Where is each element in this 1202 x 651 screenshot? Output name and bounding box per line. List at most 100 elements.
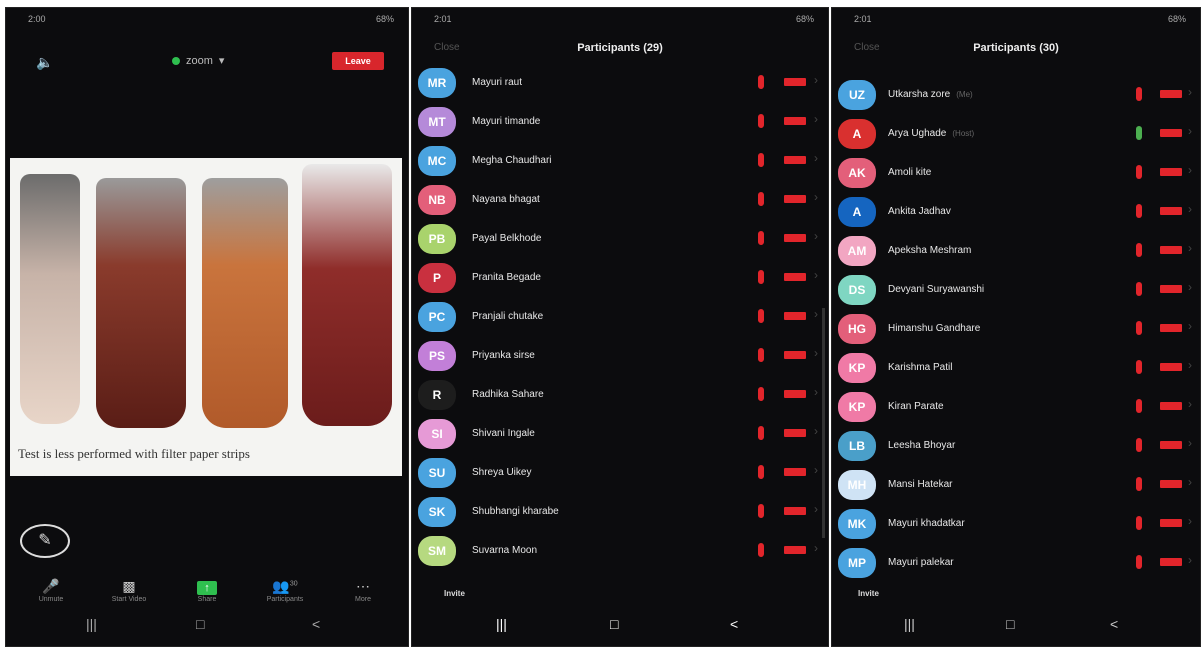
participant-row[interactable]: MH Mansi Hatekar › (832, 465, 1200, 504)
video-off-icon (784, 390, 806, 398)
video-off-icon (784, 507, 806, 515)
participant-row[interactable]: R Radhika Sahare › (412, 375, 828, 414)
participant-name-text: Pranita Begade (472, 272, 541, 283)
participant-name: Mayuri raut (472, 77, 522, 88)
participant-row[interactable]: MK Mayuri khadatkar › (832, 504, 1200, 543)
participant-row[interactable]: AM Apeksha Meshram › (832, 231, 1200, 270)
recents-icon[interactable]: ||| (904, 616, 915, 632)
chevron-right-icon: › (814, 346, 818, 360)
participant-row[interactable]: SK Shubhangi kharabe › (412, 492, 828, 531)
chevron-right-icon: › (1188, 553, 1192, 567)
chevron-right-icon: › (1188, 202, 1192, 216)
home-icon[interactable]: □ (1006, 616, 1014, 632)
home-icon[interactable]: □ (610, 616, 618, 632)
back-icon[interactable]: < (730, 616, 738, 632)
avatar: MR (418, 68, 456, 98)
back-icon[interactable]: < (1110, 616, 1118, 632)
avatar: MC (418, 146, 456, 176)
participant-row[interactable]: A Arya Ughade (Host) › (832, 114, 1200, 153)
avatar: DS (838, 275, 876, 305)
participant-row[interactable]: NB Nayana bhagat › (412, 180, 828, 219)
participant-row[interactable]: KP Karishma Patil › (832, 348, 1200, 387)
participant-row[interactable]: P Pranita Begade › (412, 258, 828, 297)
chevron-right-icon: › (814, 424, 818, 438)
participant-row[interactable]: SI Shivani Ingale › (412, 414, 828, 453)
chevron-right-icon: › (814, 502, 818, 516)
participant-name: Mayuri khadatkar (888, 518, 965, 529)
meeting-toolbar: 🎤 Unmute ▩ Start Video ↑ Share 👥30 Parti… (6, 578, 408, 608)
mic-muted-icon (758, 114, 764, 128)
participant-row[interactable]: LB Leesha Bhoyar › (832, 426, 1200, 465)
video-icon: ▩ (122, 578, 136, 594)
chevron-right-icon: › (1188, 358, 1192, 372)
participant-row[interactable]: UZ Utkarsha zore (Me) › (832, 75, 1200, 114)
participant-row[interactable]: PS Priyanka sirse › (412, 336, 828, 375)
participant-row[interactable]: PC Pranjali chutake › (412, 297, 828, 336)
chevron-right-icon: › (1188, 163, 1192, 177)
chevron-right-icon: › (814, 463, 818, 477)
participant-name-text: Utkarsha zore (888, 89, 951, 100)
mic-muted-icon (758, 543, 764, 557)
unmute-button[interactable]: 🎤 Unmute (16, 578, 86, 603)
participant-role: (Me) (956, 90, 973, 99)
chevron-right-icon: › (1188, 241, 1192, 255)
participant-name: Leesha Bhoyar (888, 440, 955, 451)
status-bar: 2:00 68% (6, 8, 408, 32)
mic-muted-icon (758, 75, 764, 89)
video-off-icon (1160, 558, 1182, 566)
participant-name: Mayuri timande (472, 116, 540, 127)
avatar: KP (838, 392, 876, 422)
share-button[interactable]: ↑ Share (172, 578, 242, 603)
video-off-icon (784, 234, 806, 242)
avatar: AM (838, 236, 876, 266)
more-button[interactable]: ⋯ More (328, 578, 398, 603)
speaker-icon[interactable]: 🔈 (36, 54, 58, 70)
invite-button[interactable]: Invite (444, 589, 465, 598)
participants-title: Participants (29) (577, 42, 663, 54)
participant-row[interactable]: SM Suvarna Moon › (412, 531, 828, 570)
participant-name: Suvarna Moon (472, 545, 537, 556)
video-off-icon (784, 351, 806, 359)
participant-row[interactable]: MC Megha Chaudhari › (412, 141, 828, 180)
participant-name-text: Shubhangi kharabe (472, 506, 559, 517)
participants-button[interactable]: 👥30 Participants (250, 578, 320, 603)
participant-name: Himanshu Gandhare (888, 323, 980, 334)
encryption-indicator-icon (172, 56, 180, 65)
mic-muted-icon (1136, 282, 1142, 296)
avatar: PB (418, 224, 456, 254)
participant-name-text: Ankita Jadhav (888, 206, 951, 217)
avatar: SK (418, 497, 456, 527)
participant-row[interactable]: HG Himanshu Gandhare › (832, 309, 1200, 348)
status-time: 2:01 (854, 14, 872, 24)
mic-muted-icon (758, 153, 764, 167)
back-icon[interactable]: < (312, 616, 320, 632)
chevron-right-icon: › (1188, 514, 1192, 528)
leave-button[interactable]: Leave (332, 52, 384, 70)
participant-row[interactable]: AK Amoli kite › (832, 153, 1200, 192)
avatar: MK (838, 509, 876, 539)
participant-row[interactable]: SU Shreya Uikey › (412, 453, 828, 492)
start-video-button[interactable]: ▩ Start Video (94, 578, 164, 603)
avatar: PC (418, 302, 456, 332)
participant-row[interactable]: A Ankita Jadhav › (832, 192, 1200, 231)
chevron-right-icon: › (814, 190, 818, 204)
zoom-meeting-info[interactable]: zoom ▾ (172, 54, 224, 67)
home-icon[interactable]: □ (196, 616, 204, 632)
recents-icon[interactable]: ||| (496, 616, 507, 632)
avatar: SM (418, 536, 456, 566)
video-off-icon (1160, 246, 1182, 254)
participant-row[interactable]: MP Mayuri palekar › (832, 543, 1200, 582)
participant-row[interactable]: PB Payal Belkhode › (412, 219, 828, 258)
participant-row[interactable]: DS Devyani Suryawanshi › (832, 270, 1200, 309)
mic-muted-icon (1136, 321, 1142, 335)
mic-muted-icon (758, 465, 764, 479)
scrollbar[interactable] (822, 308, 825, 538)
invite-button[interactable]: Invite (858, 589, 879, 598)
participant-row[interactable]: MR Mayuri raut › (412, 63, 828, 102)
recents-icon[interactable]: ||| (86, 616, 97, 632)
participant-row[interactable]: KP Kiran Parate › (832, 387, 1200, 426)
video-off-icon (1160, 129, 1182, 137)
annotate-pencil-icon[interactable]: ✎ (20, 524, 70, 558)
video-off-icon (1160, 324, 1182, 332)
participant-row[interactable]: MT Mayuri timande › (412, 102, 828, 141)
